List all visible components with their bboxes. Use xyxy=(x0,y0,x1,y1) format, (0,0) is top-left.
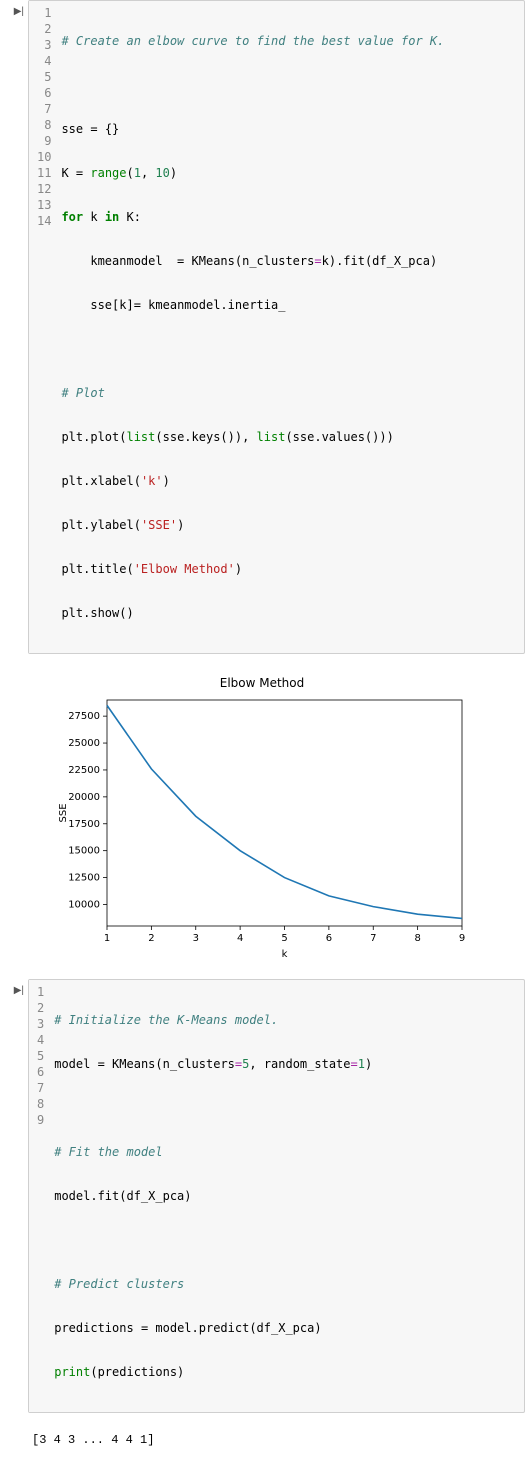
cell-1-output: Elbow Method 100001250015000175002000022… xyxy=(28,666,525,979)
code-cell-1: ▶| 1234567891011121314 # Create an elbow… xyxy=(0,0,525,654)
svg-text:12500: 12500 xyxy=(68,873,100,884)
code-cell-2: ▶| 123456789 # Initialize the K-Means mo… xyxy=(0,979,525,1413)
cell-prompt[interactable]: ▶| xyxy=(0,979,28,1413)
chart-title: Elbow Method xyxy=(52,676,472,690)
svg-text:17500: 17500 xyxy=(68,819,100,830)
run-icon[interactable]: ▶| xyxy=(14,6,24,17)
svg-text:4: 4 xyxy=(237,933,243,944)
chart-svg: 10000 12500 15000 17500 20000 22500 25000 27500… xyxy=(52,692,472,962)
svg-text:9: 9 xyxy=(459,933,465,944)
svg-text:10000: 10000 xyxy=(68,899,100,910)
svg-text:5: 5 xyxy=(281,933,287,944)
svg-text:27500: 27500 xyxy=(68,711,100,722)
svg-text:6: 6 xyxy=(326,933,332,944)
cell-2-output: [3 4 3 ... 4 4 1] xyxy=(28,1425,525,1459)
svg-text:2: 2 xyxy=(148,933,154,944)
line-gutter: 123456789 xyxy=(29,980,50,1412)
code-body[interactable]: # Initialize the K-Means model. model = … xyxy=(50,980,524,1412)
elbow-chart: Elbow Method 100001250015000175002000022… xyxy=(52,676,472,965)
svg-text:k: k xyxy=(282,949,288,960)
svg-text:SSE: SSE xyxy=(58,803,69,822)
svg-text:1: 1 xyxy=(104,933,110,944)
svg-text:15000: 15000 xyxy=(68,846,100,857)
code-input-2[interactable]: 123456789 # Initialize the K-Means model… xyxy=(28,979,525,1413)
svg-text:25000: 25000 xyxy=(68,738,100,749)
svg-text:20000: 20000 xyxy=(68,792,100,803)
svg-text:7: 7 xyxy=(370,933,376,944)
line-gutter: 1234567891011121314 xyxy=(29,1,57,653)
code-input-1[interactable]: 1234567891011121314 # Create an elbow cu… xyxy=(28,0,525,654)
stdout-text: [3 4 3 ... 4 4 1] xyxy=(32,1431,525,1449)
svg-text:22500: 22500 xyxy=(68,765,100,776)
code-body[interactable]: # Create an elbow curve to find the best… xyxy=(57,1,524,653)
cell-prompt[interactable]: ▶| xyxy=(0,0,28,654)
run-icon[interactable]: ▶| xyxy=(14,985,24,996)
svg-text:8: 8 xyxy=(414,933,420,944)
svg-text:3: 3 xyxy=(193,933,199,944)
